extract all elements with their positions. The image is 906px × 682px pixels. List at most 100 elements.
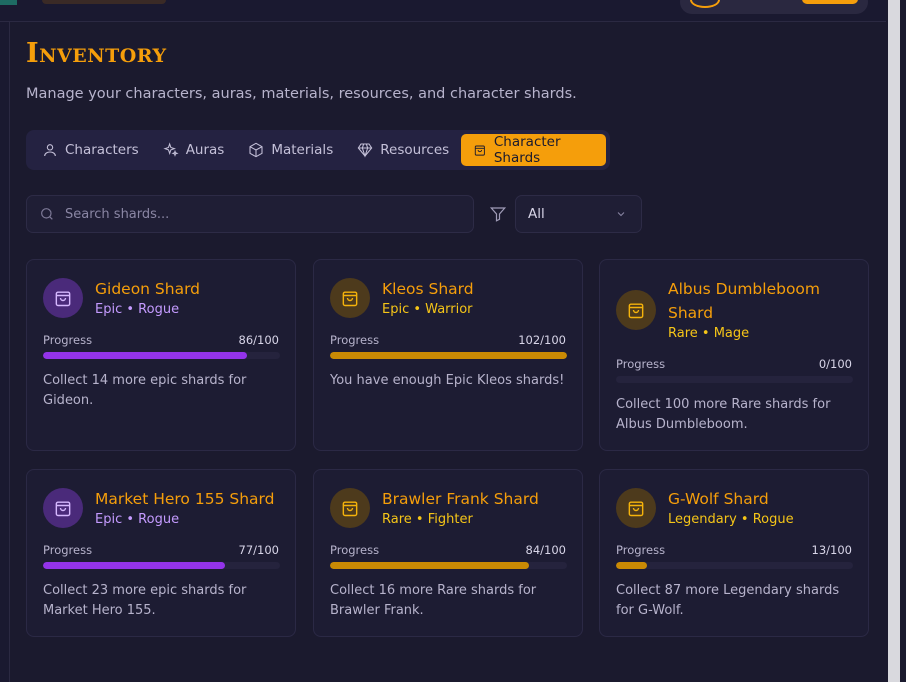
scrollbar[interactable] xyxy=(888,0,900,682)
shard-message: Collect 87 more Legendary shards for G-W… xyxy=(616,583,840,618)
top-bar-logo xyxy=(42,0,166,4)
shard-message: Collect 14 more epic shards for Gideon. xyxy=(43,373,247,408)
progress-value: 13/100 xyxy=(811,543,852,557)
progress-value: 77/100 xyxy=(238,543,279,557)
shard-class: Mage xyxy=(713,326,750,341)
progress-bar xyxy=(616,562,853,569)
progress-fill xyxy=(330,352,567,359)
shard-card[interactable]: Gideon Shard Epic • Rogue Progress 86/10… xyxy=(26,259,296,451)
window-edge xyxy=(886,0,906,682)
shard-class: Warrior xyxy=(425,302,473,317)
progress-fill xyxy=(330,562,530,569)
shard-meta: Rare • Mage xyxy=(668,326,750,341)
shard-meta: Epic • Rogue xyxy=(95,302,180,317)
shard-card[interactable]: Market Hero 155 Shard Epic • Rogue Progr… xyxy=(26,469,296,637)
progress-bar xyxy=(43,352,280,359)
shard-message: Collect 23 more epic shards for Market H… xyxy=(43,583,247,618)
shard-card[interactable]: G-Wolf Shard Legendary • Rogue Progress … xyxy=(599,469,869,637)
shard-card[interactable]: Brawler Frank Shard Rare • Fighter Progr… xyxy=(313,469,583,637)
shard-name: G-Wolf Shard xyxy=(668,490,769,508)
progress-label: Progress xyxy=(330,543,380,557)
shard-class: Rogue xyxy=(138,302,180,317)
search-icon xyxy=(41,208,53,220)
page-title: Inventory xyxy=(26,38,167,69)
tab-characters[interactable]: Characters xyxy=(30,134,151,166)
shard-message: Collect 100 more Rare shards for Albus D… xyxy=(616,397,831,432)
progress-value: 84/100 xyxy=(525,543,566,557)
shard-rarity: Epic xyxy=(95,302,123,317)
select-value: All xyxy=(528,206,545,222)
shard-rarity: Epic xyxy=(95,512,123,527)
progress-label: Progress xyxy=(616,543,666,557)
progress-bar xyxy=(616,376,853,383)
shard-rarity: Epic xyxy=(382,302,410,317)
tab-label: Character Shards xyxy=(493,134,561,166)
user-icon xyxy=(44,144,56,157)
filter-icon xyxy=(489,205,507,223)
shard-name: Market Hero 155 Shard xyxy=(95,490,275,508)
tab-character-shards[interactable]: Character Shards xyxy=(461,134,606,166)
shard-badge xyxy=(616,290,656,330)
top-action-button[interactable] xyxy=(802,0,858,4)
shopping-bag-icon xyxy=(55,291,71,307)
tab-label: Characters xyxy=(65,142,139,158)
shard-badge xyxy=(616,488,656,528)
sparkles-icon xyxy=(163,142,179,157)
tab-resources[interactable]: Resources xyxy=(345,134,461,166)
progress-fill xyxy=(43,562,226,569)
progress-label: Progress xyxy=(330,333,380,347)
shard-rarity: Legendary xyxy=(668,512,737,527)
shard-badge xyxy=(330,278,370,318)
shopping-bag-icon xyxy=(342,291,358,307)
box-icon xyxy=(249,142,263,158)
gem-icon xyxy=(357,143,373,158)
shard-meta: Epic • Rogue xyxy=(95,512,180,527)
progress-bar xyxy=(330,562,567,569)
shopping-bag-icon xyxy=(628,303,644,319)
search-box xyxy=(26,195,474,233)
shard-message: Collect 16 more Rare shards for Brawler … xyxy=(330,583,537,618)
progress-bar xyxy=(43,562,280,569)
progress-value: 0/100 xyxy=(818,357,852,371)
shard-badge xyxy=(43,488,83,528)
shard-name: Kleos Shard xyxy=(382,280,474,298)
shard-badge xyxy=(43,278,83,318)
tab-materials[interactable]: Materials xyxy=(236,134,345,166)
shard-class: Rogue xyxy=(138,512,180,527)
shard-name: Gideon Shard xyxy=(95,280,201,298)
shopping-bag-icon xyxy=(628,501,644,517)
progress-fill xyxy=(616,562,647,569)
tab-label: Resources xyxy=(380,142,450,158)
shard-meta: Rare • Fighter xyxy=(382,512,473,527)
page-subtitle: Manage your characters, auras, materials… xyxy=(26,86,577,102)
shard-message: You have enough Epic Kleos shards! xyxy=(330,373,565,388)
search-input[interactable] xyxy=(65,206,445,222)
shard-class: Rogue xyxy=(752,512,794,527)
shard-class: Fighter xyxy=(427,512,473,527)
chevron-down-icon xyxy=(617,212,625,217)
shopping-bag-icon xyxy=(342,501,358,517)
progress-label: Progress xyxy=(616,357,666,371)
shard-name: Albus Dumbleboom Shard xyxy=(668,280,821,322)
progress-fill xyxy=(43,352,247,359)
progress-label: Progress xyxy=(43,543,93,557)
inventory-tabs: Characters Auras Materials Resources Cha… xyxy=(26,130,610,170)
progress-value: 86/100 xyxy=(238,333,279,347)
rarity-filter-select[interactable]: All xyxy=(515,195,642,233)
shard-card[interactable]: Kleos Shard Epic • Warrior Progress 102/… xyxy=(313,259,583,451)
progress-value: 102/100 xyxy=(518,333,566,347)
top-bar xyxy=(0,0,886,22)
tab-label: Materials xyxy=(271,142,334,158)
shard-meta: Epic • Warrior xyxy=(382,302,473,317)
shard-rarity: Rare xyxy=(668,326,698,341)
sidebar xyxy=(0,22,10,682)
shopping-bag-icon xyxy=(55,501,71,517)
shard-card[interactable]: Albus Dumbleboom Shard Rare • Mage Progr… xyxy=(599,259,869,451)
tab-label: Auras xyxy=(185,142,225,158)
shopping-bag-icon xyxy=(475,145,486,156)
shard-name: Brawler Frank Shard xyxy=(382,490,539,508)
tab-auras[interactable]: Auras xyxy=(151,134,237,166)
progress-bar xyxy=(330,352,567,359)
progress-label: Progress xyxy=(43,333,93,347)
sidebar-toggle[interactable] xyxy=(0,0,17,5)
